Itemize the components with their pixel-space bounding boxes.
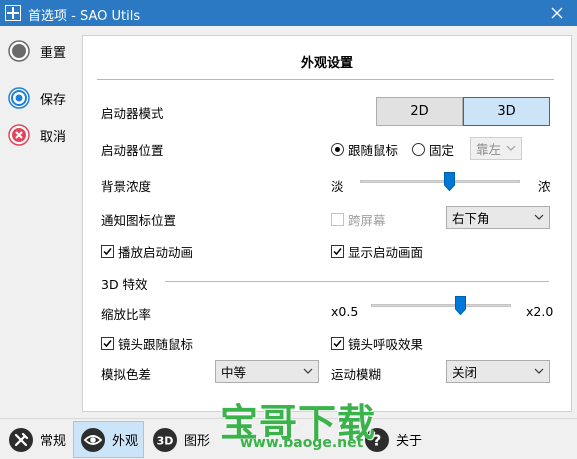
watermark: 宝哥下载 www.baoge.net	[210, 392, 380, 452]
notify-position-select[interactable]: 右下角	[446, 206, 550, 229]
play-launch-animation-checkbox[interactable]: 播放启动动画	[101, 242, 193, 261]
tab-general-label: 常规	[40, 434, 67, 449]
checkbox-box	[331, 337, 344, 350]
checkmark-icon	[103, 340, 112, 348]
mode-3d-button[interactable]: 3D	[463, 97, 550, 126]
save-label: 保存	[40, 92, 67, 108]
checkmark-icon	[103, 248, 112, 256]
fixed-radio[interactable]: 固定	[412, 140, 454, 159]
checkbox-box	[101, 337, 114, 350]
cancel-button[interactable]: 取消	[8, 124, 66, 146]
radio-dot	[412, 143, 425, 156]
launcher-position-label: 启动器位置	[101, 143, 164, 158]
zoom-ratio-label: 缩放比率	[101, 307, 152, 322]
chevron-down-icon	[534, 368, 544, 374]
chromatic-aberration-select[interactable]: 中等	[215, 360, 319, 383]
checkmark-icon	[333, 248, 342, 256]
checkbox-box	[331, 213, 344, 226]
tab-general[interactable]: 常规	[2, 421, 72, 458]
cancel-icon	[8, 124, 30, 146]
align-select[interactable]: 靠左	[470, 137, 522, 160]
chevron-down-icon	[303, 368, 313, 374]
divider	[97, 79, 554, 80]
lens-follow-mouse-label: 镜头跟随鼠标	[118, 337, 194, 352]
window-title: 首选项 - SAO Utils	[28, 9, 141, 24]
reset-icon	[8, 40, 30, 62]
close-button[interactable]	[537, 0, 577, 26]
launcher-mode-label: 启动器模式	[101, 106, 164, 121]
radio-dot	[331, 143, 344, 156]
section-3d-title: 3D 特效	[101, 277, 148, 292]
motion-blur-select[interactable]: 关闭	[446, 360, 550, 383]
align-value: 靠左	[476, 142, 502, 157]
tab-graphics-label: 图形	[184, 434, 211, 449]
lens-breathing-checkbox[interactable]: 镜头呼吸效果	[331, 334, 423, 353]
show-splash-checkbox[interactable]: 显示启动画面	[331, 242, 423, 261]
notify-position-value: 右下角	[452, 211, 490, 226]
background-density-label: 背景浓度	[101, 179, 152, 194]
chromatic-aberration-label: 模拟色差	[101, 367, 152, 382]
chevron-down-icon	[506, 145, 516, 151]
save-button[interactable]: 保存	[8, 87, 66, 109]
app-icon	[5, 5, 21, 21]
tools-icon	[9, 427, 33, 452]
lens-follow-mouse-checkbox[interactable]: 镜头跟随鼠标	[101, 334, 193, 353]
tab-appearance-label: 外观	[112, 434, 139, 449]
close-icon	[551, 7, 563, 19]
title-bar: 首选项 - SAO Utils	[0, 0, 577, 26]
play-launch-animation-label: 播放启动动画	[118, 245, 194, 260]
notify-icon-position-label: 通知图标位置	[101, 213, 177, 228]
zoom-min-label: x0.5	[331, 304, 359, 319]
eye-icon	[81, 427, 105, 452]
reset-button[interactable]: 重置	[8, 40, 66, 62]
checkmark-icon	[333, 340, 342, 348]
density-slider-thumb[interactable]	[444, 172, 456, 191]
appearance-panel: 外观设置 启动器模式 2D 3D 启动器位置 跟随鼠标 固定 靠左 背景浓度 淡…	[82, 35, 572, 412]
chevron-down-icon	[534, 214, 544, 220]
follow-mouse-radio[interactable]: 跟随鼠标	[331, 140, 398, 159]
show-splash-label: 显示启动画面	[348, 245, 424, 260]
save-icon	[8, 87, 30, 109]
zoom-slider-thumb[interactable]	[455, 296, 467, 315]
motion-blur-value: 关闭	[452, 365, 478, 380]
watermark-url: www.baoge.net	[240, 435, 364, 451]
zoom-slider-track[interactable]	[371, 304, 511, 307]
density-min-label: 淡	[331, 179, 344, 194]
cross-screen-checkbox[interactable]: 跨屏幕	[331, 210, 386, 229]
3d-icon: 3D	[153, 427, 177, 452]
checkbox-box	[101, 245, 114, 258]
chromatic-aberration-value: 中等	[221, 365, 247, 380]
svg-text:3D: 3D	[157, 434, 174, 447]
checkbox-box	[331, 245, 344, 258]
density-max-label: 浓	[538, 179, 551, 194]
cancel-label: 取消	[40, 129, 67, 145]
fixed-label: 固定	[429, 143, 455, 158]
panel-title: 外观设置	[300, 56, 353, 71]
tab-graphics[interactable]: 3D 图形	[146, 421, 216, 458]
density-slider-track[interactable]	[360, 180, 520, 183]
cross-screen-label: 跨屏幕	[348, 213, 386, 228]
zoom-max-label: x2.0	[526, 304, 554, 319]
motion-blur-label: 运动模糊	[331, 367, 382, 382]
tab-appearance[interactable]: 外观	[73, 421, 144, 458]
lens-breathing-label: 镜头呼吸效果	[348, 337, 424, 352]
follow-mouse-label: 跟随鼠标	[348, 143, 399, 158]
mode-2d-button[interactable]: 2D	[376, 97, 463, 126]
reset-label: 重置	[40, 45, 67, 61]
section-3d-divider	[165, 281, 549, 282]
tab-about-label: 关于	[396, 434, 423, 449]
